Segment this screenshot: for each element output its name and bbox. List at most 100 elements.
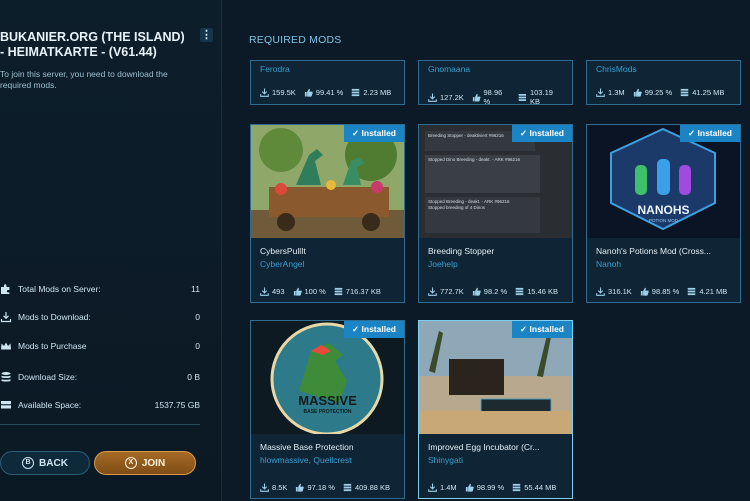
download-icon bbox=[428, 287, 437, 296]
drive-icon bbox=[1, 401, 11, 409]
mod-thumbnail: ✓ Installed bbox=[251, 125, 404, 238]
download-icon bbox=[596, 287, 605, 296]
rating: 98.96 % bbox=[483, 88, 503, 106]
size-icon bbox=[352, 88, 360, 97]
mod-stats: 127.2K 98.96 % 103.19 KB bbox=[428, 88, 572, 106]
mod-author[interactable]: Joehelp bbox=[428, 259, 458, 269]
section-title: REQUIRED MODS bbox=[249, 34, 342, 46]
thumbs-up-icon bbox=[304, 88, 313, 97]
mod-author[interactable]: CyberAngel bbox=[260, 259, 304, 269]
database-icon bbox=[1, 372, 11, 382]
mod-stats: 772.7K 98.2 % 15.46 KB bbox=[428, 287, 566, 296]
back-button[interactable]: B BACK bbox=[0, 451, 90, 475]
mod-stats: 159.5K 99.41 % 2.23 MB bbox=[260, 88, 399, 97]
file-size: 4.21 MB bbox=[699, 287, 728, 296]
file-size: 15.46 KB bbox=[527, 287, 558, 296]
download-icon bbox=[428, 483, 437, 492]
thumbs-up-icon bbox=[472, 93, 481, 102]
mod-author[interactable]: hlowmassive, Quellcrest bbox=[260, 455, 352, 465]
mod-name: Massive Base Protection bbox=[260, 442, 354, 452]
mod-author[interactable]: Shinygati bbox=[428, 455, 463, 465]
stat-label: Mods to Download: bbox=[18, 312, 91, 322]
installed-badge: ✓ Installed bbox=[344, 125, 404, 142]
mod-author[interactable]: Nanoh bbox=[596, 259, 621, 269]
join-button[interactable]: X JOIN bbox=[94, 451, 196, 475]
x-key-icon: X bbox=[124, 457, 137, 469]
rating: 97.18 % bbox=[307, 483, 335, 492]
mod-card-nanohs-potions[interactable]: NANOHS POTION MOD ✓ Installed Nanoh's Po… bbox=[586, 124, 741, 303]
mod-thumbnail: NANOHS POTION MOD ✓ Installed bbox=[587, 125, 740, 238]
mod-stats: 1.4M 98.99 % 55.44 MB bbox=[428, 483, 564, 492]
mod-author[interactable]: Gnomaana bbox=[428, 64, 470, 74]
join-label: JOIN bbox=[141, 457, 166, 469]
mod-card[interactable]: Ferodra 159.5K 99.41 % 2.23 MB bbox=[250, 60, 405, 105]
rating: 100 % bbox=[304, 287, 326, 296]
mod-card[interactable]: ChrisMods 1.3M 99.25 % 41.25 MB bbox=[586, 60, 741, 105]
downloads-count: 316.1K bbox=[608, 287, 632, 296]
file-size: 55.44 MB bbox=[524, 483, 557, 492]
mod-author[interactable]: ChrisMods bbox=[596, 64, 637, 74]
downloads-count: 8.5K bbox=[272, 483, 288, 492]
mod-author[interactable]: Ferodra bbox=[260, 64, 290, 74]
divider bbox=[0, 424, 200, 425]
stat-mods-to-download: Mods to Download: 0 bbox=[0, 309, 200, 325]
mod-thumbnail: MASSIVE BASE PROTECTION ✓ Installed bbox=[251, 321, 404, 434]
thumb-card: Stopped Breeding - deakt. - ARK #96216 St… bbox=[425, 197, 540, 233]
mod-name: Improved Egg Incubator (Cr... bbox=[428, 442, 540, 452]
stat-value: 0 bbox=[195, 341, 200, 351]
mod-card-improved-egg-incubator[interactable]: ✓ Installed Improved Egg Incubator (Cr..… bbox=[418, 320, 573, 499]
mod-card[interactable]: Gnomaana 127.2K 98.96 % 103.19 KB bbox=[418, 60, 573, 106]
stat-total-mods: Total Mods on Server: 11 bbox=[0, 281, 200, 297]
stat-label: Download Size: bbox=[18, 372, 78, 382]
size-icon bbox=[512, 483, 521, 492]
size-icon bbox=[515, 287, 524, 296]
stat-value: 11 bbox=[191, 284, 200, 294]
download-icon bbox=[260, 287, 269, 296]
stat-value: 1537.75 GB bbox=[154, 400, 200, 410]
back-label: BACK bbox=[39, 457, 68, 469]
puzzle-icon bbox=[1, 284, 10, 294]
downloads-count: 772.7K bbox=[440, 287, 464, 296]
more-options-icon[interactable]: ⋮ bbox=[200, 28, 213, 42]
mod-stats: 316.1K 98.85 % 4.21 MB bbox=[596, 287, 735, 296]
thumbs-up-icon bbox=[293, 287, 302, 296]
mods-grid[interactable]: Ferodra 159.5K 99.41 % 2.23 MB Gnomaana … bbox=[240, 60, 750, 501]
stat-label: Total Mods on Server: bbox=[18, 284, 101, 294]
installed-badge: ✓ Installed bbox=[344, 321, 404, 338]
downloads-count: 127.2K bbox=[440, 92, 464, 102]
server-description: To join this server, you need to downloa… bbox=[0, 69, 168, 90]
stat-download-size: Download Size: 0 B bbox=[0, 369, 200, 385]
mod-thumbnail: Breeding Stopper - deaktiviert #96216 St… bbox=[419, 125, 572, 238]
thumb-title: NANOHS bbox=[637, 203, 690, 217]
thumb-title: MASSIVE bbox=[298, 393, 357, 408]
file-size: 103.19 KB bbox=[529, 88, 553, 106]
installed-badge: ✓ Installed bbox=[512, 321, 572, 338]
thumb-subtitle: BASE PROTECTION bbox=[303, 409, 352, 415]
stat-value: 0 B bbox=[187, 372, 200, 382]
thumbs-up-icon bbox=[640, 287, 649, 296]
mod-stats: 1.3M 99.25 % 41.25 MB bbox=[596, 88, 732, 97]
mod-card-breeding-stopper[interactable]: Breeding Stopper - deaktiviert #96216 St… bbox=[418, 124, 573, 303]
download-icon bbox=[596, 88, 605, 97]
file-size: 41.25 MB bbox=[692, 88, 725, 97]
mod-name: Nanoh's Potions Mod (Cross... bbox=[596, 246, 712, 256]
downloads-count: 493 bbox=[272, 287, 285, 296]
rating: 98.85 % bbox=[651, 287, 680, 296]
download-icon bbox=[260, 483, 269, 492]
downloads-count: 159.5K bbox=[272, 88, 296, 97]
server-info-panel: BUKANIER.ORG (THE ISLAND) - HEIMATKARTE … bbox=[0, 0, 222, 501]
file-size: 716.37 KB bbox=[345, 287, 381, 296]
mod-stats: 493 100 % 716.37 KB bbox=[260, 287, 389, 296]
thumbs-up-icon bbox=[633, 88, 642, 97]
mod-card-massive-base-protection[interactable]: MASSIVE BASE PROTECTION ✓ Installed Mass… bbox=[250, 320, 405, 499]
mod-card-cyberspullit[interactable]: ✓ Installed CybersPullIt CyberAngel 493 … bbox=[250, 124, 405, 303]
size-icon bbox=[343, 483, 352, 492]
rating: 99.41 % bbox=[315, 88, 344, 97]
size-icon bbox=[680, 88, 689, 97]
stat-label: Available Space: bbox=[18, 400, 82, 410]
size-icon bbox=[518, 93, 527, 101]
mod-thumbnail: ✓ Installed bbox=[419, 321, 572, 434]
mod-name: CybersPullIt bbox=[260, 246, 306, 256]
installed-badge: ✓ Installed bbox=[680, 125, 740, 142]
crown-icon bbox=[1, 342, 11, 350]
